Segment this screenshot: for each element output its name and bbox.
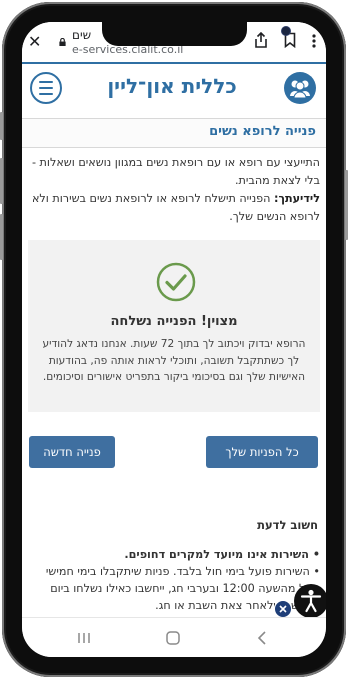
menu-line	[39, 87, 53, 89]
accessibility-icon	[300, 589, 322, 613]
back-icon[interactable]	[257, 630, 267, 646]
success-title: מצוין! הפנייה נשלחה	[110, 314, 238, 329]
accessibility-close-button[interactable]	[274, 600, 292, 618]
success-message-box: מצוין! הפנייה נשלחה הרופא יבדוק ויכתוב ל…	[28, 240, 320, 412]
close-icon	[279, 605, 287, 613]
lock-icon	[59, 38, 66, 46]
close-icon[interactable]: ✕	[28, 32, 41, 51]
page-title: פנייה לרופא נשים	[209, 124, 316, 139]
my-requests-button[interactable]: כל הפניות שלך	[206, 436, 318, 468]
site-logo-title[interactable]: כללית און־ליין	[82, 74, 262, 98]
home-icon[interactable]	[165, 630, 181, 646]
new-request-button[interactable]: פנייה חדשה	[29, 436, 115, 468]
more-vertical-icon[interactable]	[312, 34, 316, 48]
browser-tab-title: שים	[72, 28, 92, 42]
hamburger-menu-button[interactable]	[30, 72, 62, 104]
android-navigation-bar	[22, 617, 326, 657]
mute-switch	[0, 112, 3, 140]
site-header: כללית און־ליין	[22, 64, 326, 116]
note-label: לידיעתך:	[274, 192, 320, 205]
important-info-title: חשוב לדעת	[257, 518, 318, 532]
phone-screen: ✕ שים e-services.clalit.co.il כללית און־…	[22, 22, 326, 657]
accessibility-button[interactable]	[294, 584, 326, 618]
recent-apps-icon[interactable]	[77, 632, 91, 644]
page-title-bar: פנייה לרופא נשים	[22, 118, 326, 148]
share-icon[interactable]	[254, 32, 268, 48]
info-bullet-urgent: • השירות אינו מיועד למקרים דחופים.	[124, 548, 320, 561]
success-text: הרופא יבדוק ויכתוב לך בתוך 72 שעות. אנחנ…	[42, 338, 306, 383]
volume-down-button	[0, 214, 3, 260]
check-circle-icon	[156, 262, 196, 302]
users-icon	[290, 80, 310, 99]
menu-line	[39, 93, 53, 95]
user-profile-button[interactable]	[284, 72, 316, 104]
intro-text: התייעצי עם רופא או עם רופאת נשים במגוון …	[31, 156, 320, 187]
phone-notch	[102, 22, 290, 46]
camera-icon	[282, 27, 290, 35]
intro-text-block: התייעצי עם רופא או עם רופאת נשים במגוון …	[28, 154, 320, 226]
volume-up-button	[0, 158, 3, 204]
menu-line	[39, 81, 53, 83]
